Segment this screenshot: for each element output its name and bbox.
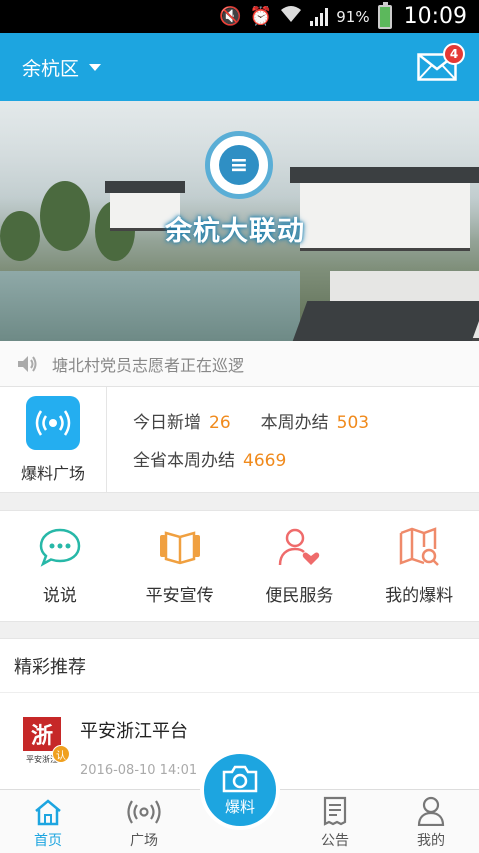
banner-roof — [292, 301, 479, 341]
battery-icon — [377, 1, 392, 29]
quick-action-services[interactable]: 便民服务 — [240, 511, 360, 621]
battery-percent: 91% — [336, 7, 370, 26]
today-new-stat: 今日新增 26 — [133, 408, 231, 433]
nav-notice[interactable]: 公告 — [287, 790, 383, 853]
banner-water — [0, 271, 300, 341]
quick-action-my-reports[interactable]: 我的爆料 — [359, 511, 479, 621]
report-plaza-label: 爆料广场 — [20, 463, 85, 483]
week-done-value: 503 — [336, 413, 370, 433]
status-bar: 🔇 ⏰ 91% 10:09 — [0, 0, 479, 33]
banner-tree — [0, 211, 40, 261]
week-done-stat: 本周办结 503 — [261, 408, 369, 433]
province-week-label: 全省本周办结 — [133, 451, 235, 471]
banner-tree — [40, 181, 90, 251]
home-icon — [35, 799, 61, 826]
broadcast-icon — [127, 800, 161, 824]
list-item-timestamp: 2016-08-10 14:01 — [80, 763, 198, 778]
person-heart-icon — [279, 528, 320, 565]
verified-badge-icon: 认 — [52, 745, 70, 763]
stats-panel: 爆料广场 今日新增 26 本周办结 503 全省本周办结 4669 — [0, 387, 479, 493]
user-icon — [417, 796, 445, 826]
document-icon — [323, 796, 347, 826]
signal-icon — [310, 7, 329, 26]
banner-roof — [290, 167, 479, 183]
camera-icon — [222, 765, 258, 792]
region-selector[interactable]: 余杭区 — [22, 54, 102, 81]
quick-action-label: 便民服务 — [265, 585, 334, 606]
stat-row: 全省本周办结 4669 — [133, 446, 479, 471]
quick-action-shuoshuo[interactable]: 说说 — [0, 511, 120, 621]
today-new-label: 今日新增 — [133, 413, 201, 433]
unread-badge: 4 — [443, 43, 465, 65]
wifi-icon — [280, 5, 302, 28]
open-book-icon — [159, 530, 200, 564]
list-item-text: 平安浙江平台 2016-08-10 14:01 — [80, 713, 197, 793]
pingan-zhejiang-logo: 浙 平安浙江 认 — [20, 713, 70, 769]
quick-action-label: 我的爆料 — [385, 585, 454, 606]
banner-title: 余杭大联动 — [165, 216, 305, 247]
nav-home[interactable]: 首页 — [0, 790, 96, 853]
notice-bar[interactable]: 塘北村党员志愿者正在巡逻 — [0, 341, 479, 387]
banner-house — [300, 181, 470, 251]
speaker-icon — [18, 355, 37, 372]
nav-label: 公告 — [321, 833, 349, 849]
nav-mine[interactable]: 我的 — [383, 790, 479, 853]
app-header: 余杭区 4 — [0, 33, 479, 101]
stat-row: 今日新增 26 本周办结 503 — [133, 408, 479, 433]
quick-action-label: 平安宣传 — [145, 585, 214, 606]
report-camera-button[interactable]: 爆料 — [200, 750, 280, 830]
nav-label: 广场 — [130, 833, 158, 849]
province-week-stat: 全省本周办结 4669 — [133, 446, 286, 471]
week-done-label: 本周办结 — [260, 413, 329, 433]
nav-plaza[interactable]: 广场 — [96, 790, 192, 853]
hero-banner[interactable]: ≡ 余杭大联动 — [0, 101, 479, 341]
quick-action-label: 说说 — [42, 585, 77, 606]
nav-label: 我的 — [417, 833, 445, 849]
caret-down-icon — [89, 63, 102, 71]
broadcast-icon — [26, 395, 80, 450]
quick-action-safety-promo[interactable]: 平安宣传 — [120, 511, 240, 621]
chat-bubble-icon — [39, 528, 81, 567]
nav-label: 首页 — [34, 833, 62, 849]
clock: 10:09 — [403, 4, 467, 29]
quick-actions: 说说 平安宣传 便民服务 我的爆料 — [0, 510, 479, 622]
banner-roof — [105, 181, 185, 193]
region-label: 余杭区 — [22, 57, 80, 80]
mute-icon: 🔇 — [219, 6, 242, 27]
today-new-value: 26 — [209, 413, 231, 433]
report-plaza-button[interactable]: 爆料广场 — [0, 387, 107, 492]
map-search-icon — [399, 526, 440, 566]
messages-button[interactable]: 4 — [417, 43, 465, 81]
stat-lines: 今日新增 26 本周办结 503 全省本周办结 4669 — [107, 387, 479, 492]
yuhang-logo-icon: ≡ — [205, 131, 273, 199]
section-heading-recommended: 精彩推荐 — [0, 638, 479, 693]
report-button-label: 爆料 — [224, 797, 255, 816]
notice-text: 塘北村党员志愿者正在巡逻 — [52, 355, 245, 375]
province-week-value: 4669 — [243, 451, 287, 471]
list-item-title: 平安浙江平台 — [80, 721, 188, 742]
alarm-icon: ⏰ — [249, 6, 273, 27]
